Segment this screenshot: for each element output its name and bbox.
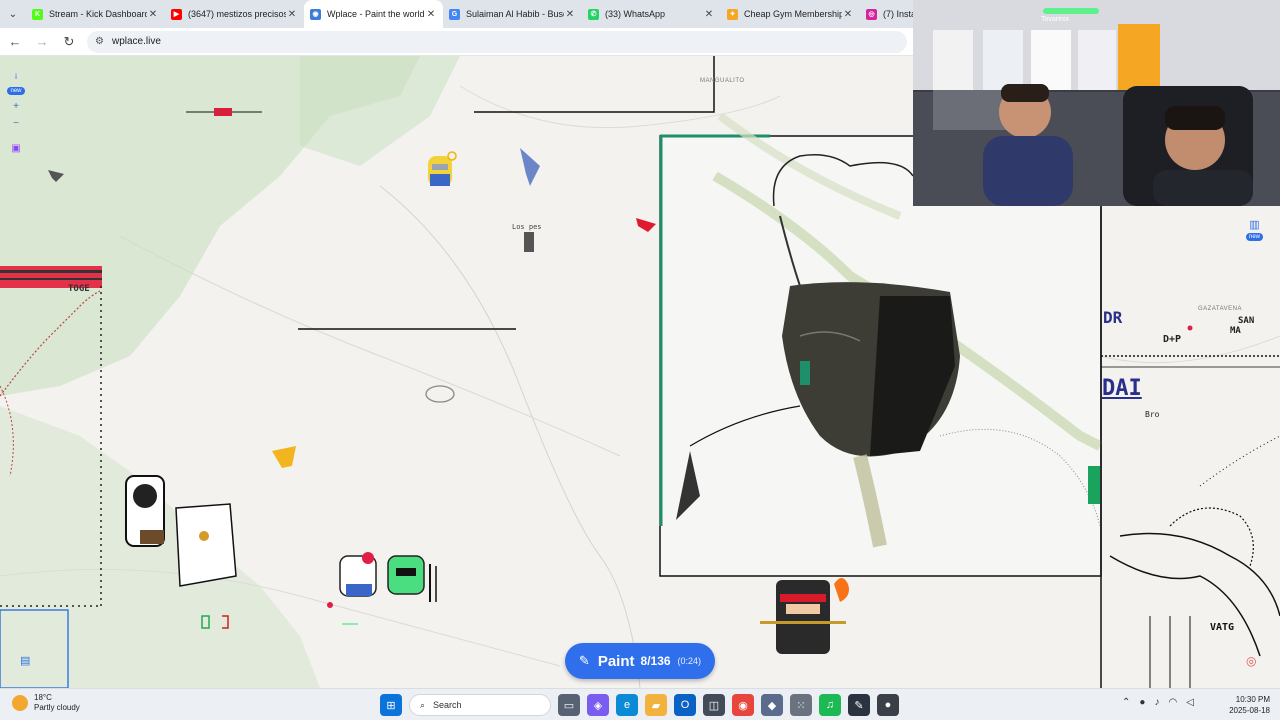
webcam-feed	[913, 0, 1280, 206]
windows-taskbar: 18°C Partly cloudy ⊞ ⌕ Search ▭ ◈ e ▰ O …	[0, 688, 1280, 720]
info-icon[interactable]: i	[15, 72, 17, 81]
address-bar[interactable]: ⚙ wplace.live	[87, 30, 907, 53]
location-target-icon[interactable]: ◎	[1246, 654, 1256, 668]
pixel-text-toge: TOGE	[68, 284, 90, 294]
pixel-text-vatg: VATG	[1210, 622, 1235, 633]
windows-start-icon[interactable]: ⊞	[380, 694, 402, 716]
apps-grid-icon[interactable]: ⁙	[790, 694, 812, 716]
notepad-icon[interactable]: ✎	[848, 694, 870, 716]
paint-button[interactable]: ✎ Paint 8/136 (0:24)	[565, 643, 715, 679]
copilot-icon[interactable]: ◈	[587, 694, 609, 716]
tab-close-icon[interactable]: ✕	[425, 9, 437, 20]
system-tray: ⌃ ● ♪ ◠ ◁	[1122, 697, 1194, 708]
left-map-toolbar: i new + − ▣	[6, 72, 26, 154]
search-icon: ⌕	[420, 699, 426, 710]
paint-charges: 8/136	[640, 654, 671, 668]
zoom-out-icon[interactable]: −	[13, 118, 19, 129]
tab-favicon-icon: ▶	[171, 8, 182, 20]
tab-favicon-icon: ◎	[866, 8, 877, 20]
webcam-overlay: Tovarexx	[913, 0, 1280, 206]
browser-tab[interactable]: ✦ Cheap Gym Membership ✕	[721, 0, 860, 28]
taskbar-pinned-apps: ⊞ ⌕ Search ▭ ◈ e ▰ O ◫ ◉ ◆ ⁙ ♫ ✎ ●	[380, 694, 899, 716]
weather-sun-icon	[12, 695, 28, 711]
tab-favicon-icon: ✦	[727, 8, 738, 20]
pixel-text-dp: D+P	[1163, 334, 1182, 345]
browser-tab[interactable]: G Sulaiman Al Habib - Busc ✕	[443, 0, 582, 28]
tab-search-chevron-icon[interactable]: ⌄	[0, 0, 26, 28]
browser-tab[interactable]: K Stream - Kick Dashboard ✕	[26, 0, 165, 28]
tab-title: Sulaiman Al Habib - Busc	[466, 9, 564, 19]
tray-overflow-icon[interactable]: ⌃	[1122, 697, 1130, 708]
spotify-icon[interactable]: ♫	[819, 694, 841, 716]
tab-title: Wplace - Paint the world	[327, 9, 425, 19]
file-explorer-icon[interactable]: ▰	[645, 694, 667, 716]
microphone-icon[interactable]: ♪	[1154, 697, 1159, 708]
zoom-in-icon[interactable]: +	[13, 101, 19, 112]
tab-title: Stream - Kick Dashboard	[49, 9, 147, 19]
browser-tab[interactable]: ◉ Wplace - Paint the world ✕	[304, 0, 443, 28]
tab-favicon-icon: G	[449, 8, 460, 20]
tab-title: (33) WhatsApp	[605, 9, 666, 19]
tab-close-icon[interactable]: ✕	[703, 9, 715, 20]
new-badge-right: new	[1246, 233, 1264, 241]
paint-timer: (0:24)	[677, 656, 702, 666]
screen: ⌄ K Stream - Kick Dashboard ✕ ▶ (3647) mesti…	[0, 0, 1280, 720]
layers-icon[interactable]: ▤	[20, 654, 30, 667]
weather-desc: Partly cloudy	[34, 703, 80, 712]
weather-temp: 18°C	[34, 693, 52, 702]
tab-close-icon[interactable]: ✕	[286, 9, 298, 20]
pixel-text-san: SAN	[1238, 316, 1255, 326]
tab-favicon-icon: ✆	[588, 8, 599, 20]
tray-app-icon[interactable]: ●	[1139, 697, 1145, 708]
dev-app-icon[interactable]: ◆	[761, 694, 783, 716]
chrome-icon[interactable]: ◉	[732, 694, 754, 716]
leaderboard-icon[interactable]: ▥	[1249, 218, 1259, 231]
forward-arrow-icon[interactable]: →	[30, 30, 54, 54]
brush-icon: ✎	[578, 653, 590, 668]
paint-button-label: Paint	[597, 652, 635, 670]
outlook-icon[interactable]: O	[674, 694, 696, 716]
obs-icon[interactable]: ●	[877, 694, 899, 716]
pixel-text-bro: Bro	[1145, 410, 1160, 419]
browser-tab[interactable]: ▶ (3647) mestizos precisos ✕	[165, 0, 304, 28]
pixel-text-dr: DR	[1103, 308, 1123, 327]
taskbar-clock[interactable]: 10:30 PM 2025-08-18	[1200, 694, 1270, 716]
site-info-icon[interactable]: ⚙	[95, 36, 104, 47]
map-label-gazatavena: GAZATAVENA	[1198, 306, 1243, 312]
back-arrow-icon[interactable]: ←	[3, 30, 27, 54]
edge-icon[interactable]: e	[616, 694, 638, 716]
taskbar-search[interactable]: ⌕ Search	[409, 694, 551, 716]
pixel-text-ma: MA	[1230, 326, 1241, 336]
address-url: wplace.live	[111, 36, 161, 47]
network-icon[interactable]: ◠	[1168, 697, 1177, 708]
browser-tab[interactable]: ✆ (33) WhatsApp ✕	[582, 0, 721, 28]
pixel-text-dai: DAI	[1102, 376, 1142, 401]
right-map-toolbar: ▥ new	[1246, 218, 1264, 241]
tab-favicon-icon: K	[32, 8, 43, 20]
tab-close-icon[interactable]: ✕	[147, 9, 159, 20]
tab-close-icon[interactable]: ✕	[564, 9, 576, 20]
tab-title: Cheap Gym Membership	[744, 9, 842, 19]
reload-icon[interactable]: ↻	[57, 30, 81, 54]
tab-close-icon[interactable]: ✕	[842, 9, 854, 20]
tab-favicon-icon: ◉	[310, 8, 321, 20]
twitch-icon[interactable]: ▣	[11, 143, 20, 154]
new-badge: new	[7, 87, 25, 95]
map-label-mangualito: MANGUALITO	[700, 78, 745, 84]
pixel-text-lospes: Los pes	[512, 223, 542, 231]
webcam-streamer-name: Tovarexx	[1041, 16, 1070, 23]
volume-icon[interactable]: ◁	[1186, 697, 1194, 708]
task-view-icon[interactable]: ▭	[558, 694, 580, 716]
clock-time: 10:30 PM	[1235, 695, 1270, 704]
tab-title: (3647) mestizos precisos	[188, 9, 286, 19]
weather-widget[interactable]: 18°C Partly cloudy	[12, 693, 80, 713]
taskbar-search-label: Search	[433, 700, 462, 710]
clock-date: 2025-08-18	[1229, 706, 1270, 715]
store-icon[interactable]: ◫	[703, 694, 725, 716]
